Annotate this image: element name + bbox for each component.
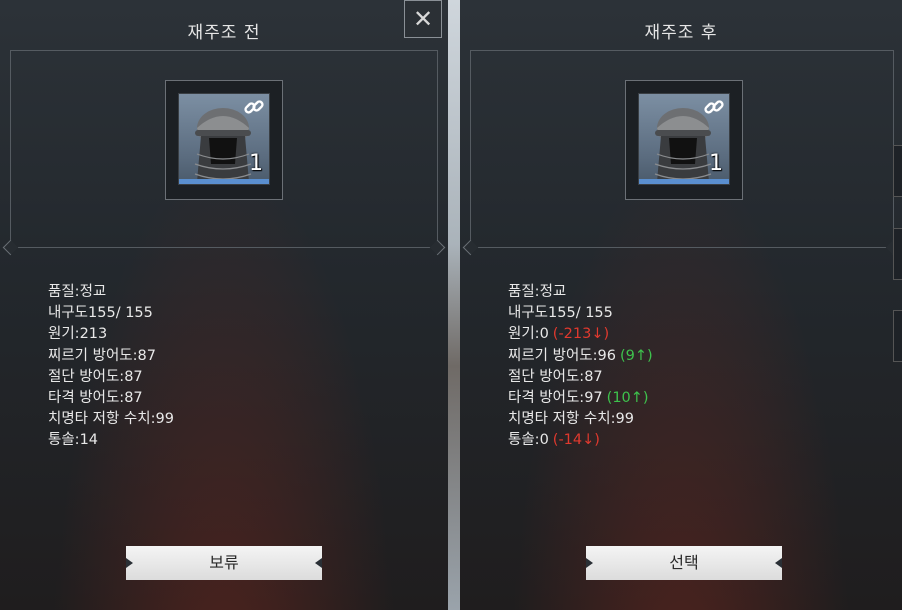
stat-pierce-defense: 찌르기 방어도:96	[508, 347, 616, 364]
stat-slash-defense: 절단 방어도:87	[48, 368, 143, 385]
helmet-icon: 1	[638, 93, 730, 185]
stat-durability: 내구도155/ 155	[48, 305, 153, 322]
button-arrow-right-icon	[775, 558, 782, 568]
stat-quality: 품질:정교	[48, 284, 107, 300]
item-slot[interactable]: 1	[625, 80, 743, 200]
item-grade-bar	[639, 179, 729, 184]
select-button[interactable]: 선택	[586, 546, 782, 580]
stat-blunt-delta: (10↑)	[606, 390, 649, 407]
side-tab[interactable]	[893, 310, 902, 362]
item-stats: 품질:정교 내구도155/ 155 원기:0 (-213↓) 찌르기 방어도:96…	[508, 282, 653, 452]
button-arrow-right-icon	[315, 558, 322, 568]
item-count: 1	[709, 151, 723, 176]
stat-pierce-row: 찌르기 방어도:96 (9↑)	[508, 346, 653, 367]
stat-command-row: 통솔:0 (-14↓)	[508, 430, 653, 451]
helmet-icon: 1	[178, 93, 270, 185]
linked-chain-icon	[244, 100, 264, 114]
stat-durability: 내구도155/ 155	[508, 305, 613, 322]
item-slot[interactable]: 1	[165, 80, 283, 200]
stat-energy-row: 원기:0 (-213↓)	[508, 324, 653, 345]
hold-button-label: 보류	[209, 553, 239, 572]
stat-blunt-defense: 타격 방어도:97	[508, 390, 603, 407]
stat-pierce-defense: 찌르기 방어도:87	[48, 347, 156, 364]
close-button[interactable]: ✕	[404, 0, 442, 38]
reforge-before-panel: 재주조 전 1 품질:정교 내구도155/ 155 원기:213 찌르기 방어도…	[0, 0, 448, 610]
button-arrow-left-icon	[126, 558, 133, 568]
panel-title: 재주조 전	[187, 23, 261, 43]
select-button-label: 선택	[669, 553, 699, 572]
button-arrow-left-icon	[586, 558, 593, 568]
stat-command: 통솔:14	[48, 432, 99, 449]
stat-slash-defense: 절단 방어도:87	[508, 368, 603, 385]
background-gap	[448, 0, 460, 610]
stat-crit-resist: 치명타 저항 수치:99	[48, 411, 174, 428]
linked-chain-icon	[704, 100, 724, 114]
item-count: 1	[249, 151, 263, 176]
stat-blunt-defense: 타격 방어도:87	[48, 390, 143, 407]
item-stats: 품질:정교 내구도155/ 155 원기:213 찌르기 방어도:87 절단 방…	[48, 282, 174, 452]
side-tab[interactable]	[893, 145, 902, 197]
close-icon: ✕	[412, 5, 434, 33]
stat-energy: 원기:213	[48, 326, 108, 343]
stat-crit-resist: 치명타 저항 수치:99	[508, 411, 634, 428]
panel-title: 재주조 후	[644, 23, 718, 43]
reforge-after-panel: 재주조 후 1 품질:정교 내구도155/ 155 원기:0 (-213↓) 찌…	[460, 0, 902, 610]
stat-pierce-delta: (9↑)	[620, 347, 653, 364]
stat-command: 통솔:0	[508, 432, 549, 449]
stat-energy-delta: (-213↓)	[552, 326, 610, 343]
item-grade-bar	[179, 179, 269, 184]
stat-command-delta: (-14↓)	[552, 432, 600, 449]
side-tab[interactable]	[893, 228, 902, 280]
stat-blunt-row: 타격 방어도:97 (10↑)	[508, 388, 653, 409]
stat-energy: 원기:0	[508, 326, 549, 343]
hold-button[interactable]: 보류	[126, 546, 322, 580]
stat-quality: 품질:정교	[508, 284, 567, 300]
